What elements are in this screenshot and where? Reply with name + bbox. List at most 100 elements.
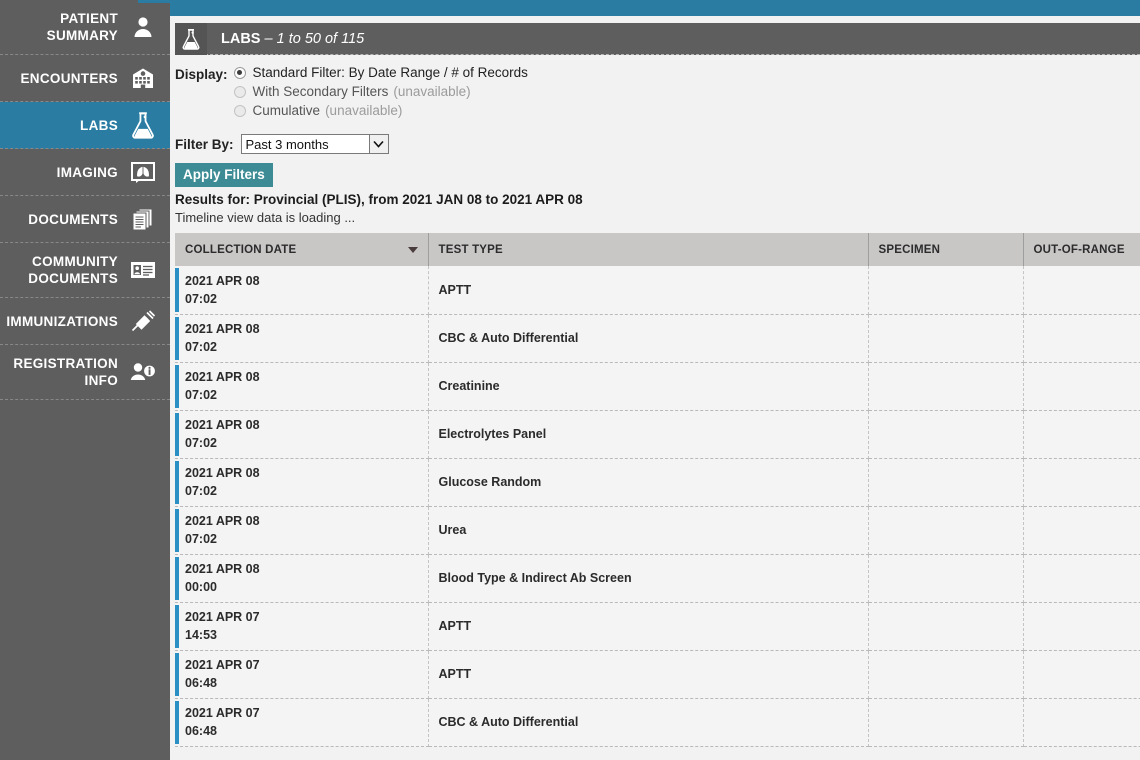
cell-collection-date: 2021 APR 08 00:00 [175, 554, 429, 603]
collection-time-value: 07:02 [185, 388, 217, 402]
column-header-test-type[interactable]: TEST TYPE [428, 233, 869, 266]
panel-title-text: LABS [221, 30, 261, 47]
table-row[interactable]: 2021 APR 07 06:48 CBC & Auto Differential! [175, 698, 1140, 747]
cell-collection-date: 2021 APR 08 07:02 [175, 266, 429, 315]
table-row[interactable]: 2021 APR 08 07:02 Electrolytes Panel! [175, 410, 1140, 459]
cell-test-type: Glucose Random [428, 458, 869, 507]
sidebar-item-label: IMMUNIZATIONS [6, 313, 118, 329]
collection-time-value: 07:02 [185, 436, 217, 450]
cell-specimen [868, 266, 1024, 315]
cell-test-type: Blood Type & Indirect Ab Screen [428, 554, 869, 603]
flask-icon [175, 22, 207, 55]
collection-date-value: 2021 APR 08 [185, 370, 260, 384]
sidebar-item-label: PATIENT SUMMARY [46, 11, 118, 43]
filter-by-value: Past 3 months [245, 136, 329, 152]
radio-label: Cumulative [252, 103, 321, 118]
cell-specimen [868, 314, 1024, 363]
loading-status: Timeline view data is loading ... [175, 210, 356, 225]
results-summary: Results for: Provincial (PLIS), from 202… [175, 192, 583, 207]
collection-time-value: 07:02 [185, 484, 217, 498]
display-options-row: Display: Standard Filter: By Date Range … [175, 65, 1140, 118]
labs-table: COLLECTION DATE TEST TYPE SPECIMEN OUT-OF-R… [175, 233, 1140, 747]
chevron-down-icon[interactable] [368, 135, 388, 153]
cell-collection-date: 2021 APR 07 06:48 [175, 650, 429, 699]
id-card-icon [128, 255, 158, 285]
cell-test-type: CBC & Auto Differential [428, 698, 869, 747]
panel-header: LABS – 1 to 50 of 115 [175, 22, 1140, 55]
sidebar-item-label: COMMUNITY DOCUMENTS [28, 254, 118, 286]
table-row[interactable]: 2021 APR 08 07:02 Glucose Random [175, 458, 1140, 507]
cell-test-type: APTT [428, 266, 869, 315]
cell-collection-date: 2021 APR 07 14:53 [175, 602, 429, 651]
display-radio-option-2: Cumulative (unavailable) [233, 103, 528, 118]
sidebar-item-list: PATIENT SUMMARY ENCOUNTERS LABS IMAGING DOCU… [0, 0, 170, 400]
filter-by-label: Filter By: [175, 136, 234, 152]
collection-date-value: 2021 APR 07 [185, 658, 260, 672]
cell-out-of-range: ! [1023, 314, 1140, 363]
sidebar-item-registration-info[interactable]: REGISTRATION INFO [0, 345, 170, 400]
cell-specimen [868, 410, 1024, 459]
sidebar-item-encounters[interactable]: ENCOUNTERS [0, 55, 170, 102]
sidebar-item-community-documents[interactable]: COMMUNITY DOCUMENTS [0, 243, 170, 298]
filter-panel: Display: Standard Filter: By Date Range … [170, 55, 1140, 225]
collection-date-value: 2021 APR 08 [185, 322, 260, 336]
column-header-specimen[interactable]: SPECIMEN [868, 233, 1024, 266]
cell-collection-date: 2021 APR 08 07:02 [175, 314, 429, 363]
cell-test-type: Creatinine [428, 362, 869, 411]
collection-time-value: 07:02 [185, 291, 217, 306]
table-row[interactable]: 2021 APR 08 00:00 Blood Type & Indirect Ab… [175, 554, 1140, 603]
panel-title: LABS – 1 to 50 of 115 [221, 31, 364, 47]
cell-collection-date: 2021 APR 08 07:02 [175, 458, 429, 507]
sidebar-item-documents[interactable]: DOCUMENTS [0, 196, 170, 243]
cell-out-of-range: ! [1023, 698, 1140, 747]
cell-specimen [868, 554, 1024, 603]
sort-descending-icon[interactable] [407, 246, 418, 253]
table-row[interactable]: 2021 APR 08 07:02 Creatinine! [175, 362, 1140, 411]
display-label: Display: [175, 67, 228, 82]
cell-test-type: APTT [428, 650, 869, 699]
table-row[interactable]: 2021 APR 07 06:48 APTT! [175, 650, 1140, 699]
sidebar-item-label: IMAGING [56, 164, 118, 180]
sidebar-item-labs[interactable]: LABS [0, 102, 170, 149]
xray-lungs-icon [128, 157, 158, 187]
display-radio-group[interactable]: Standard Filter: By Date Range / # of Re… [233, 65, 528, 118]
sidebar-top-strip [138, 0, 170, 3]
sidebar-item-imaging[interactable]: IMAGING [0, 149, 170, 196]
sidebar-item-patient-summary[interactable]: PATIENT SUMMARY [0, 0, 170, 55]
radio-note: (unavailable) [393, 84, 471, 99]
table-row[interactable]: 2021 APR 08 07:02 CBC & Auto Differential! [175, 314, 1140, 363]
cell-specimen [868, 602, 1024, 651]
radio-button [233, 85, 246, 98]
column-header-out-of-range[interactable]: OUT-OF-RANGE [1023, 233, 1140, 266]
table-row[interactable]: 2021 APR 07 14:53 APTT! [175, 602, 1140, 651]
sidebar-item-label: REGISTRATION INFO [13, 356, 118, 388]
radio-button[interactable] [233, 66, 246, 79]
filter-by-row: Filter By: Past 3 months [175, 134, 1140, 154]
collection-time-value: 06:48 [185, 676, 217, 690]
column-header-collection-date[interactable]: COLLECTION DATE [175, 233, 429, 266]
table-row[interactable]: 2021 APR 08 07:02 APTT! [175, 266, 1140, 315]
cell-specimen [868, 506, 1024, 555]
radio-note: (unavailable) [325, 103, 403, 118]
radio-label: Standard Filter: By Date Range / # of Re… [252, 65, 528, 80]
cell-collection-date: 2021 APR 07 06:48 [175, 698, 429, 747]
cell-test-type: CBC & Auto Differential [428, 314, 869, 363]
cell-out-of-range [1023, 554, 1140, 603]
table-row[interactable]: 2021 APR 08 07:02 Urea! [175, 506, 1140, 555]
cell-specimen [868, 458, 1024, 507]
filter-by-select[interactable]: Past 3 months [240, 134, 389, 154]
cell-out-of-range: ! [1023, 602, 1140, 651]
flask-icon [128, 110, 158, 140]
collection-time-value: 07:02 [185, 340, 217, 354]
cell-out-of-range: ! [1023, 362, 1140, 411]
cell-test-type: Urea [428, 506, 869, 555]
apply-filters-button[interactable]: Apply Filters [175, 163, 273, 187]
sidebar-item-immunizations[interactable]: IMMUNIZATIONS [0, 298, 170, 345]
cell-collection-date: 2021 APR 08 07:02 [175, 362, 429, 411]
collection-time-value: 00:00 [185, 580, 217, 594]
display-radio-option-0[interactable]: Standard Filter: By Date Range / # of Re… [233, 65, 528, 80]
cell-collection-date: 2021 APR 08 07:02 [175, 506, 429, 555]
radio-label: With Secondary Filters [252, 84, 389, 99]
collection-date-value: 2021 APR 07 [185, 610, 260, 624]
labs-table-wrapper: COLLECTION DATE TEST TYPE SPECIMEN OUT-OF-R… [175, 233, 1140, 747]
